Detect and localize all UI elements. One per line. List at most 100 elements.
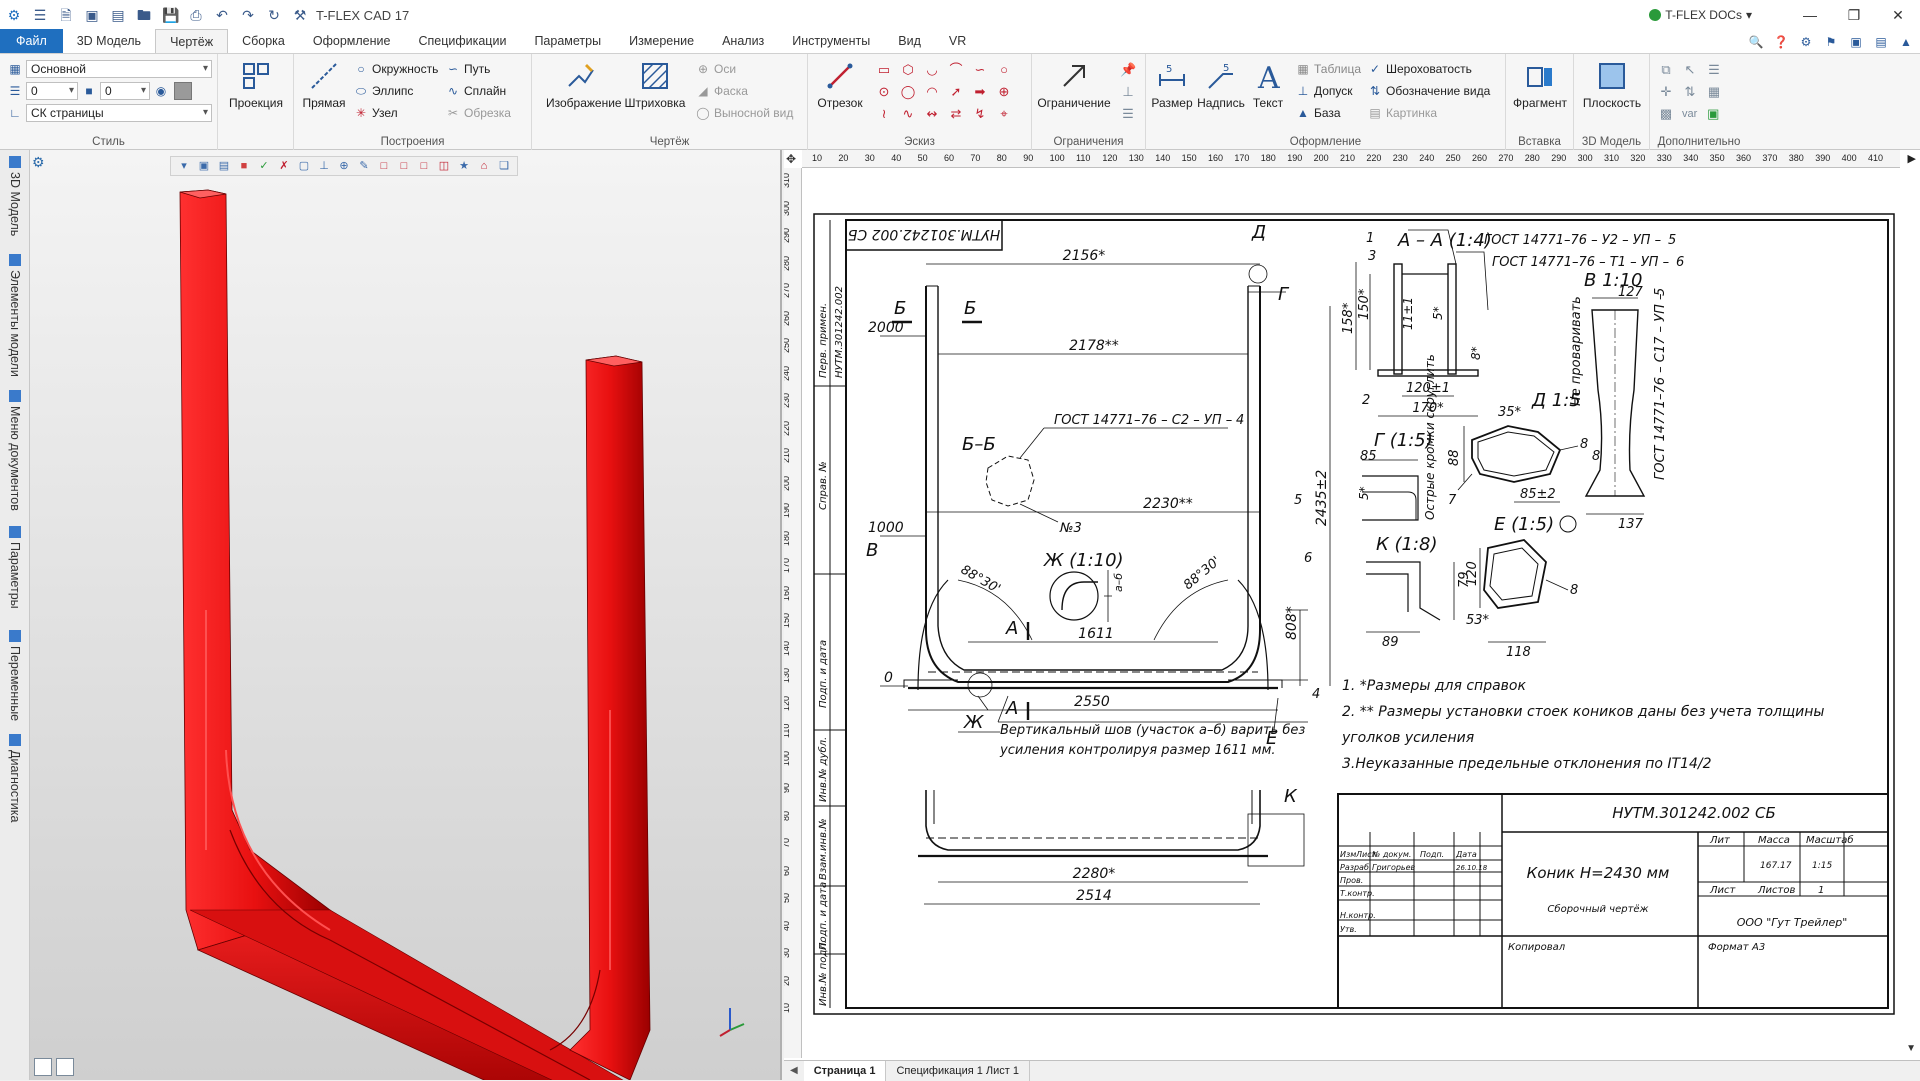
vtab-parameters[interactable]: Параметры bbox=[4, 526, 26, 609]
picture-button[interactable]: ▤ Картинка bbox=[1368, 106, 1437, 120]
ribbon-collapse-icon[interactable]: ▲ bbox=[1898, 34, 1914, 50]
hamburger-menu-icon[interactable]: ☰ bbox=[32, 7, 48, 23]
minimize-button[interactable]: — bbox=[1788, 7, 1832, 23]
tab-format[interactable]: Оформление bbox=[299, 29, 405, 53]
bracket-icon[interactable]: ▣ bbox=[1705, 106, 1721, 122]
close-button[interactable]: ✕ bbox=[1876, 7, 1920, 24]
settings-icon[interactable]: ⚙ bbox=[1798, 34, 1814, 50]
tab-file[interactable]: Файл bbox=[0, 29, 63, 53]
undo-icon[interactable]: ↶ bbox=[214, 7, 230, 23]
tab-analysis[interactable]: Анализ bbox=[708, 29, 778, 53]
circle-tangent-icon[interactable]: ◯ bbox=[900, 84, 916, 100]
tolerance-button[interactable]: ⊥ Допуск bbox=[1296, 84, 1353, 98]
rectangle-icon[interactable]: ▭ bbox=[876, 62, 892, 78]
tab-tools[interactable]: Инструменты bbox=[778, 29, 884, 53]
fragment-button[interactable]: Фрагмент bbox=[1510, 60, 1570, 110]
ellipse-button[interactable]: ⬭ Эллипс bbox=[354, 84, 414, 98]
app-logo-icon[interactable]: ⚙ bbox=[6, 7, 22, 23]
split-view-icon[interactable] bbox=[56, 1058, 74, 1076]
priority-field[interactable]: 0 bbox=[100, 82, 150, 100]
panels-icon[interactable]: ▤ bbox=[1873, 34, 1889, 50]
flag-icon[interactable]: ⚑ bbox=[1823, 34, 1839, 50]
drawing-viewport[interactable]: ✥ 10 20 30 40 50 60 70 80 90 100 110 120 130 140 150 16… bbox=[784, 150, 1920, 1080]
line-button[interactable]: Прямая bbox=[298, 60, 350, 110]
circle-button[interactable]: ○ Окружность bbox=[354, 62, 438, 76]
image-button[interactable]: Изображение bbox=[546, 60, 622, 110]
ruler-arrow-icon[interactable]: ▶ bbox=[1908, 152, 1916, 165]
help-icon[interactable]: ❓ bbox=[1773, 34, 1789, 50]
detail-view-button[interactable]: ◯ Выносной вид bbox=[696, 106, 793, 120]
table-button[interactable]: ▦ Таблица bbox=[1296, 62, 1361, 76]
polyline-icon[interactable]: ∽ bbox=[972, 62, 988, 78]
target-icon[interactable]: ⌖ bbox=[996, 106, 1012, 122]
trim-sketch-icon[interactable]: ↯ bbox=[972, 106, 988, 122]
print-icon[interactable]: ⎙ bbox=[188, 7, 204, 23]
mirror-icon[interactable]: ⇄ bbox=[948, 106, 964, 122]
chamfer-button[interactable]: ◢ Фаска bbox=[696, 84, 748, 98]
offset-icon[interactable]: ↭ bbox=[924, 106, 940, 122]
docs-button[interactable]: T-FLEX DOCs ▾ bbox=[1649, 8, 1752, 22]
constraint-button[interactable]: Ограничение bbox=[1036, 60, 1112, 110]
redo-icon[interactable]: ↷ bbox=[240, 7, 256, 23]
copy-icon[interactable]: ⧉ bbox=[1658, 62, 1674, 78]
pin-icon[interactable]: 📌 bbox=[1120, 62, 1136, 78]
open-icon[interactable]: ▤ bbox=[110, 7, 126, 23]
tab-spec-page[interactable]: Спецификация 1 Лист 1 bbox=[886, 1060, 1031, 1081]
segment-button[interactable]: Отрезок bbox=[814, 60, 866, 110]
note-button[interactable]: 5 Надпись bbox=[1196, 60, 1246, 110]
level-field[interactable]: 0 bbox=[26, 82, 78, 100]
save-icon[interactable]: 💾 bbox=[162, 7, 179, 23]
color-palette-icon[interactable]: ◉ bbox=[154, 84, 168, 98]
tab-vr[interactable]: VR bbox=[935, 29, 980, 53]
new-3d-icon[interactable]: ▣ bbox=[84, 7, 100, 23]
roughness-button[interactable]: ✓ Шероховатость bbox=[1368, 62, 1472, 76]
line-angle-icon[interactable]: ➚ bbox=[948, 84, 964, 100]
grid-icon[interactable]: ▦ bbox=[1706, 84, 1722, 100]
curve-icon[interactable]: ∿ bbox=[900, 106, 916, 122]
vtab-model-elements[interactable]: Элементы модели bbox=[4, 254, 26, 377]
new-file-icon[interactable]: 🗎 bbox=[58, 7, 74, 23]
list-view-icon[interactable]: ☰ bbox=[1706, 62, 1722, 78]
spline-sketch-icon[interactable]: ≀ bbox=[876, 106, 892, 122]
link-icon[interactable]: ⇅ bbox=[1682, 84, 1698, 100]
path-button[interactable]: ∽ Путь bbox=[446, 62, 490, 76]
tab-specifications[interactable]: Спецификации bbox=[404, 29, 520, 53]
base-button[interactable]: ▲ База bbox=[1296, 106, 1341, 120]
3d-viewport[interactable]: ⚙ ▾▣▤■✓✗▢⊥⊕✎□□□◫★⌂❏ ▦∩🔍⊕⊖✥▣▦▤⊞⊥✓✗▢◉▣☰♦▤➡… bbox=[30, 150, 782, 1080]
arc3-icon[interactable]: ◠ bbox=[924, 84, 940, 100]
restore-button[interactable]: ❐ bbox=[1832, 7, 1876, 24]
search-icon[interactable]: 🔍 bbox=[1748, 34, 1764, 50]
open-folder-icon[interactable]: 🖿 bbox=[136, 7, 152, 23]
dimension-button[interactable]: 5 Размер bbox=[1150, 60, 1194, 110]
move-icon[interactable]: ✛ bbox=[1658, 84, 1674, 100]
vtab-3d-model[interactable]: 3D Модель bbox=[4, 156, 26, 236]
tab-drawing[interactable]: Чертёж bbox=[155, 29, 229, 53]
vtab-diagnostics[interactable]: Диагностика bbox=[4, 734, 26, 822]
tab-measurement[interactable]: Измерение bbox=[615, 29, 708, 53]
tab-parameters[interactable]: Параметры bbox=[520, 29, 615, 53]
tab-3d-model[interactable]: 3D Модель bbox=[63, 29, 155, 53]
circle-center-icon[interactable]: ⊙ bbox=[876, 84, 892, 100]
polygon-icon[interactable]: ⬡ bbox=[900, 62, 916, 78]
trim-button[interactable]: ✂ Обрезка bbox=[446, 106, 511, 120]
circle-sketch-icon[interactable]: ○ bbox=[996, 62, 1012, 78]
layer-select[interactable]: Основной bbox=[26, 60, 212, 78]
view-mark-button[interactable]: ⇅ Обозначение вида bbox=[1368, 84, 1490, 98]
spline-button[interactable]: ∿ Сплайн bbox=[446, 84, 506, 98]
projection-button[interactable]: Проекция bbox=[228, 60, 284, 110]
array-icon[interactable]: ▩ bbox=[1658, 106, 1674, 122]
tab-page-1[interactable]: Страница 1 bbox=[803, 1060, 887, 1081]
node-button[interactable]: ✳ Узел bbox=[354, 106, 398, 120]
fillet-icon[interactable]: ⌒ bbox=[948, 62, 964, 78]
arc-icon[interactable]: ◡ bbox=[924, 62, 940, 78]
tab-assembly[interactable]: Сборка bbox=[228, 29, 299, 53]
axes-button[interactable]: ⊕ Оси bbox=[696, 62, 736, 76]
tools-icon[interactable]: ⚒ bbox=[292, 7, 308, 23]
list-icon[interactable]: ☰ bbox=[1120, 106, 1136, 122]
relation-icon[interactable]: ⊥ bbox=[1120, 84, 1136, 100]
single-view-icon[interactable] bbox=[34, 1058, 52, 1076]
vtab-documents-menu[interactable]: Меню документов bbox=[4, 390, 26, 511]
vtab-variables[interactable]: Переменные bbox=[4, 630, 26, 721]
page-nav-icon[interactable]: ◀ bbox=[784, 1065, 804, 1076]
scroll-down-icon[interactable]: ▼ bbox=[1906, 1043, 1916, 1054]
